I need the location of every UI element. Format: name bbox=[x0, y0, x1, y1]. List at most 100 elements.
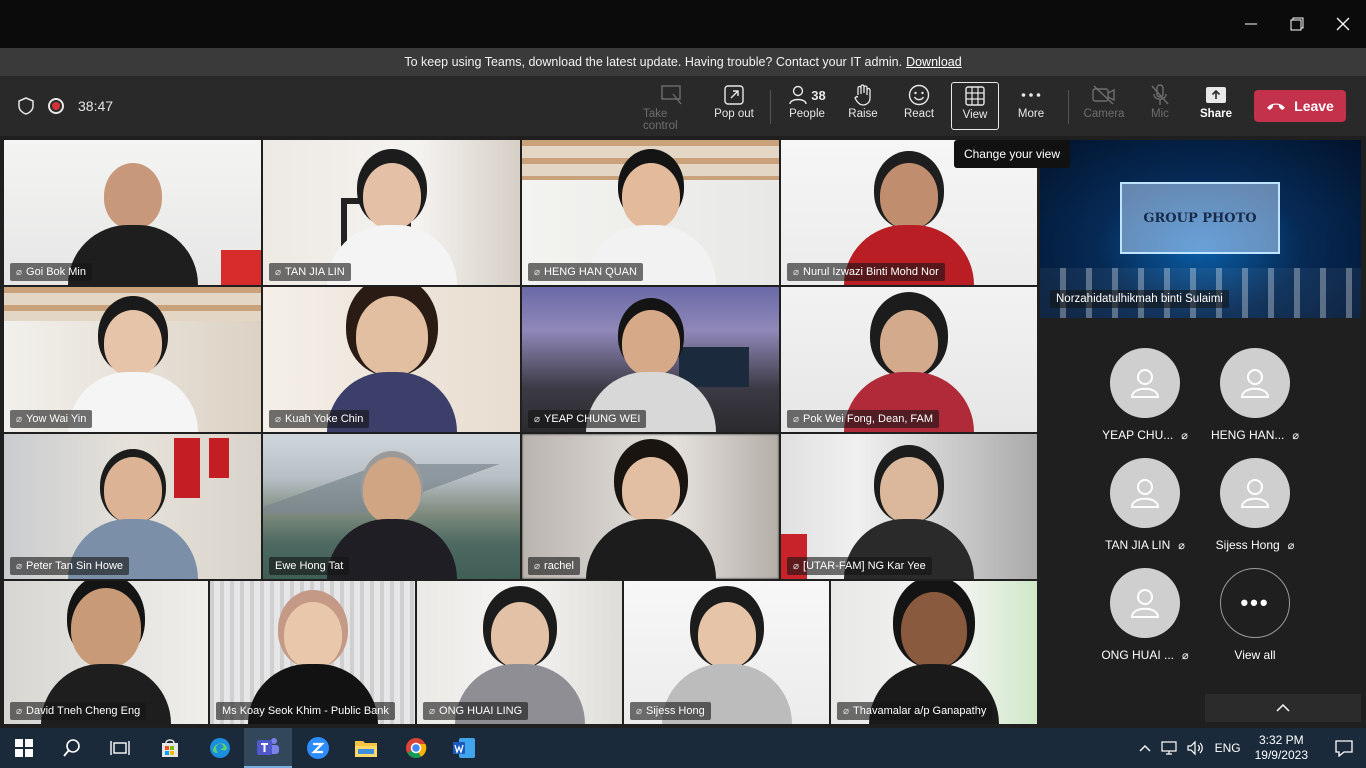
video-tile[interactable]: Ms Koay Seok Khim - Public Bank bbox=[210, 581, 415, 724]
meeting-meta: 38:47 bbox=[18, 76, 113, 136]
participant-avatar[interactable]: HENG HAN... ⌀ bbox=[1205, 348, 1305, 448]
participant-name-label: ⌀ Yow Wai Yin bbox=[10, 410, 93, 428]
more-button[interactable]: More bbox=[1003, 82, 1059, 132]
featured-video-tile[interactable]: GROUP PHOTO Norzahidatulhikmah binti Sul… bbox=[1040, 140, 1361, 318]
network-icon[interactable] bbox=[1160, 740, 1179, 756]
teams-meeting-window: To keep using Teams, download the latest… bbox=[0, 0, 1366, 768]
raise-label: Raise bbox=[848, 108, 878, 120]
pop-out-label: Pop out bbox=[714, 108, 754, 120]
video-tile[interactable]: ⌀ Thavamalar a/p Ganapathy bbox=[831, 581, 1037, 724]
participant-avatar[interactable]: Sijess Hong ⌀ bbox=[1205, 458, 1305, 558]
mic-button[interactable]: Mic bbox=[1132, 82, 1188, 132]
take-control-button[interactable]: Take control bbox=[643, 82, 701, 132]
mic-muted-icon: ⌀ bbox=[16, 266, 23, 278]
hang-up-icon bbox=[1267, 103, 1286, 110]
view-tooltip: Change your view bbox=[954, 140, 1070, 168]
participant-name-label: Ms Koay Seok Khim - Public Bank bbox=[216, 702, 395, 720]
video-tile[interactable]: ⌀ Yow Wai Yin bbox=[4, 287, 261, 432]
clock-date: 19/9/2023 bbox=[1254, 748, 1308, 762]
participant-name-label: ⌀ Peter Tan Sin Howe bbox=[10, 557, 130, 575]
video-tile[interactable]: ⌀ Kuah Yoke Chin bbox=[263, 287, 520, 432]
taskbar-zoom[interactable] bbox=[294, 728, 342, 768]
participant-name: Ms Koay Seok Khim - Public Bank bbox=[222, 705, 389, 717]
participant-avatar[interactable]: TAN JIA LIN ⌀ bbox=[1095, 458, 1195, 558]
more-label: More bbox=[1017, 108, 1045, 120]
participant-name: Ewe Hong Tat bbox=[275, 560, 344, 572]
avatar-name: Sijess Hong bbox=[1215, 538, 1280, 552]
participant-name-label: ⌀ YEAP CHUNG WEI bbox=[528, 410, 647, 428]
participant-name-label: ⌀ HENG HAN QUAN bbox=[528, 263, 643, 281]
participant-name: Thavamalar a/p Ganapathy bbox=[853, 705, 987, 717]
language-indicator[interactable]: ENG bbox=[1215, 741, 1241, 755]
shield-icon[interactable] bbox=[18, 97, 34, 115]
task-view-button[interactable] bbox=[96, 728, 144, 768]
windows-taskbar: ENG 3:32 PM 19/9/2023 bbox=[0, 728, 1366, 768]
taskbar-teams[interactable] bbox=[244, 728, 292, 768]
minimize-icon bbox=[1245, 23, 1257, 25]
start-button[interactable] bbox=[0, 728, 48, 768]
taskbar-edge[interactable] bbox=[196, 728, 244, 768]
participant-name-label: Norzahidatulhikmah binti Sulaimi bbox=[1050, 290, 1229, 308]
download-link[interactable]: Download bbox=[906, 55, 962, 69]
volume-icon[interactable] bbox=[1186, 740, 1205, 756]
chevron-up-icon[interactable] bbox=[1139, 744, 1151, 752]
view-all-button[interactable]: ••• View all bbox=[1205, 568, 1305, 668]
collapse-panel-button[interactable] bbox=[1205, 694, 1361, 722]
taskbar-file-explorer[interactable] bbox=[342, 728, 390, 768]
participant-name: Kuah Yoke Chin bbox=[285, 413, 364, 425]
avatar bbox=[1110, 458, 1180, 528]
participant-avatar[interactable]: YEAP CHU... ⌀ bbox=[1095, 348, 1195, 448]
leave-button[interactable]: Leave bbox=[1254, 90, 1346, 122]
pop-out-button[interactable]: Pop out bbox=[706, 82, 762, 132]
edge-icon bbox=[210, 738, 230, 758]
camera-button[interactable]: Camera bbox=[1076, 82, 1132, 132]
video-tile[interactable]: ⌀ YEAP CHUNG WEI bbox=[522, 287, 779, 432]
people-button[interactable]: 38 People bbox=[779, 82, 835, 132]
video-tile[interactable]: ⌀ Pok Wei Fong, Dean, FAM bbox=[781, 287, 1037, 432]
participant-name: Yow Wai Yin bbox=[26, 413, 87, 425]
video-tile[interactable]: ⌀ Sijess Hong bbox=[624, 581, 829, 724]
close-window-button[interactable] bbox=[1320, 0, 1366, 48]
participant-name: Peter Tan Sin Howe bbox=[26, 560, 124, 572]
search-button[interactable] bbox=[48, 728, 96, 768]
taskbar-store[interactable] bbox=[146, 728, 194, 768]
search-icon bbox=[63, 739, 80, 757]
more-icon bbox=[1021, 93, 1041, 97]
video-grid: ⌀ Goi Bok Min ⌀ TAN JIA LIN ⌀ HENG HAN QUAN… bbox=[4, 140, 1037, 724]
video-tile[interactable]: ⌀ Peter Tan Sin Howe bbox=[4, 434, 261, 579]
notifications-button[interactable] bbox=[1322, 728, 1366, 768]
people-label: People bbox=[789, 108, 825, 120]
participant-name: HENG HAN QUAN bbox=[544, 266, 637, 278]
share-label: Share bbox=[1200, 108, 1232, 120]
raise-hand-button[interactable]: Raise bbox=[835, 82, 891, 132]
video-tile[interactable]: Ewe Hong Tat bbox=[263, 434, 520, 579]
slide-title: GROUP PHOTO bbox=[1120, 182, 1280, 254]
mic-muted-icon: ⌀ bbox=[1178, 539, 1185, 552]
mic-muted-icon: ⌀ bbox=[534, 560, 541, 572]
avatar bbox=[1110, 348, 1180, 418]
react-button[interactable]: React bbox=[891, 82, 947, 132]
video-tile[interactable]: ⌀ [UTAR-FAM] NG Kar Yee bbox=[781, 434, 1037, 579]
mic-muted-icon: ⌀ bbox=[1182, 649, 1189, 662]
video-tile[interactable]: ⌀ rachel bbox=[522, 434, 779, 579]
system-tray: ENG 3:32 PM 19/9/2023 bbox=[1139, 728, 1366, 768]
share-button[interactable]: Share bbox=[1188, 82, 1244, 132]
taskbar-chrome[interactable] bbox=[392, 728, 440, 768]
take-control-label: Take control bbox=[643, 108, 678, 132]
raise-hand-icon bbox=[854, 84, 871, 106]
participant-name-label: ⌀ Pok Wei Fong, Dean, FAM bbox=[787, 410, 940, 428]
chrome-icon bbox=[406, 738, 427, 758]
taskbar-word[interactable] bbox=[440, 728, 488, 768]
maximize-button[interactable] bbox=[1274, 0, 1320, 48]
video-tile[interactable]: ⌀ ONG HUAI LING bbox=[417, 581, 622, 724]
participant-avatar[interactable]: ONG HUAI ... ⌀ bbox=[1095, 568, 1195, 668]
view-button[interactable]: View bbox=[951, 82, 999, 130]
video-tile[interactable]: ⌀ TAN JIA LIN bbox=[263, 140, 520, 285]
clock[interactable]: 3:32 PM 19/9/2023 bbox=[1255, 733, 1308, 763]
notification-icon bbox=[1335, 740, 1353, 757]
video-tile[interactable]: ⌀ Goi Bok Min bbox=[4, 140, 261, 285]
minimize-button[interactable] bbox=[1228, 0, 1274, 48]
chevron-up-icon bbox=[1276, 703, 1290, 712]
video-tile[interactable]: ⌀ David Tneh Cheng Eng bbox=[4, 581, 208, 724]
video-tile[interactable]: ⌀ HENG HAN QUAN bbox=[522, 140, 779, 285]
